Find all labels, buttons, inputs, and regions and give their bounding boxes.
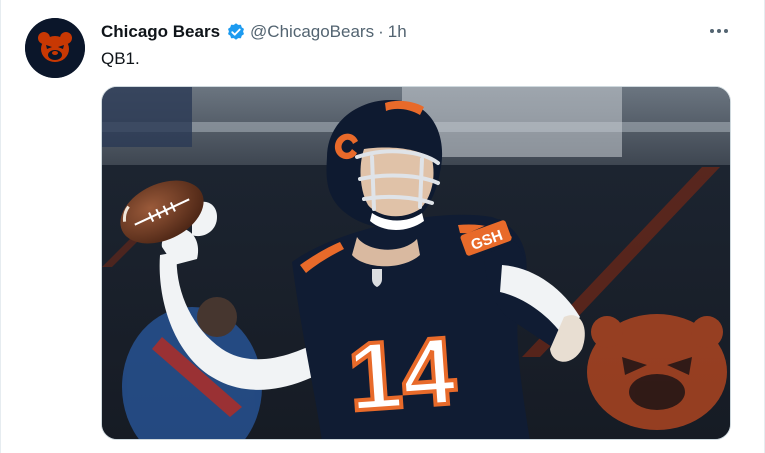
- header-separator: ·: [378, 22, 384, 41]
- author-display-name[interactable]: Chicago Bears: [101, 22, 220, 42]
- more-options-button[interactable]: [708, 20, 730, 42]
- tweet-media-photo[interactable]: GSH 14: [101, 86, 731, 440]
- chicago-bears-logo-icon: [25, 18, 85, 78]
- quarterback-photo: GSH 14: [102, 87, 730, 439]
- jersey-number: 14: [345, 317, 459, 431]
- tweet-header: Chicago Bears @ChicagoBears · 1h: [101, 20, 734, 44]
- more-horizontal-icon: [710, 29, 728, 33]
- tweet-timestamp[interactable]: 1h: [388, 22, 407, 42]
- tweet-card[interactable]: Chicago Bears @ChicagoBears · 1h QB1. GS…: [0, 0, 765, 453]
- author-handle[interactable]: @ChicagoBears: [250, 22, 374, 42]
- verified-badge-icon: [226, 22, 246, 42]
- tweet-text: QB1.: [101, 49, 140, 68]
- author-avatar[interactable]: [25, 18, 85, 78]
